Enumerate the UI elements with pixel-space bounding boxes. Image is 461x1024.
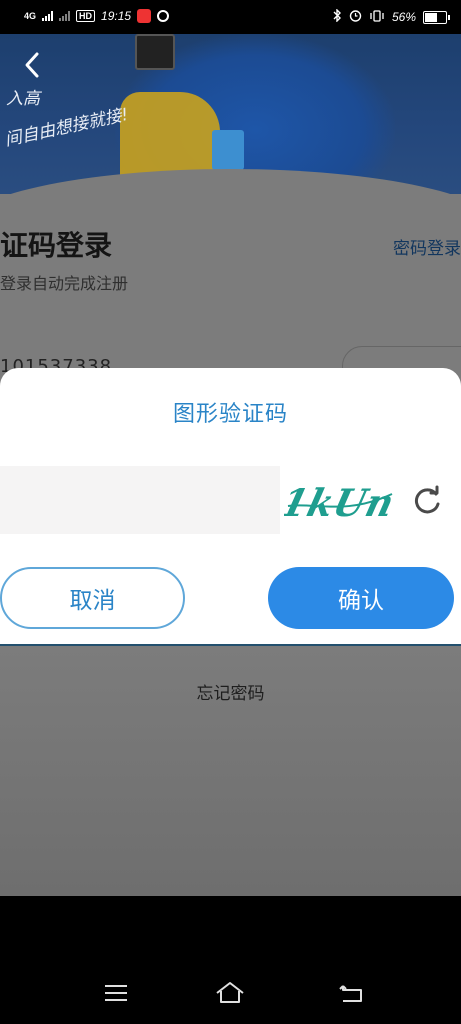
cancel-button[interactable]: 取消: [0, 567, 185, 629]
login-title: 证码登录: [0, 229, 113, 262]
app-notification-icon: [137, 9, 152, 23]
battery-percent: 56%: [391, 10, 416, 24]
status-bar: 4G HD 19:15 56%: [0, 0, 461, 34]
hero-phone-image: [135, 34, 175, 70]
status-right: 56%: [333, 8, 450, 25]
refresh-icon[interactable]: [410, 484, 444, 518]
back-nav-button[interactable]: [331, 978, 371, 1008]
hd-badge: HD: [76, 10, 96, 22]
alarm-icon: [349, 9, 362, 25]
captcha-image[interactable]: 1kUn: [277, 472, 400, 530]
menu-icon: [105, 985, 127, 1001]
hero-slogan-line1: 入高: [6, 89, 40, 109]
bluetooth-icon: [333, 8, 342, 25]
battery-fill: [425, 12, 438, 22]
captcha-input[interactable]: [0, 466, 280, 534]
confirm-button[interactable]: 确认: [268, 567, 454, 629]
qq-icon: [157, 10, 170, 22]
home-button[interactable]: [210, 978, 250, 1008]
forgot-password-link[interactable]: 忘记密码: [0, 679, 461, 704]
hero-badge-image: [212, 130, 244, 170]
chevron-left-icon: [25, 52, 39, 78]
signal-icon: [42, 11, 54, 21]
dialog-divider: [0, 644, 461, 646]
status-left: 4G HD 19:15: [24, 9, 170, 23]
back-button[interactable]: [18, 50, 48, 80]
captcha-dialog: 图形验证码 1kUn 取消 确认: [0, 368, 461, 646]
system-nav-bar: [0, 896, 461, 1024]
signal-icon-secondary: [59, 11, 71, 21]
home-icon: [216, 982, 244, 1003]
battery-icon: [423, 10, 450, 24]
status-time: 19:15: [101, 9, 132, 23]
captcha-dialog-title: 图形验证码: [172, 402, 288, 427]
captcha-image-text: 1kUn: [284, 481, 396, 525]
vibrate-icon: [369, 9, 385, 25]
login-subtitle: 登录自动完成注册: [0, 274, 129, 293]
password-login-link[interactable]: 密码登录: [393, 234, 461, 259]
menu-button[interactable]: [96, 978, 136, 1008]
network-label: 4G: [24, 11, 37, 21]
back-arrow-icon: [339, 985, 362, 1002]
